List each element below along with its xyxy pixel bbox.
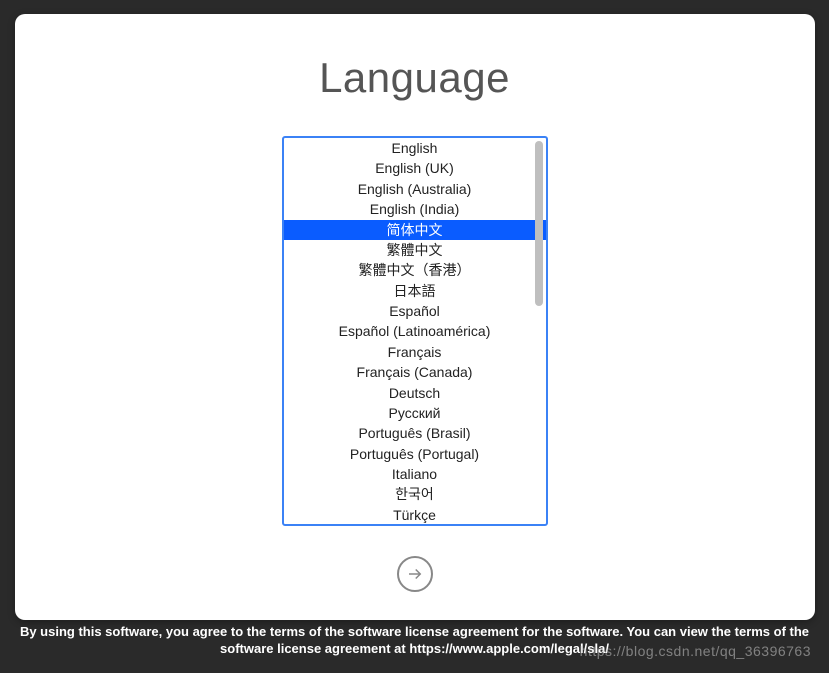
arrow-right-icon [406, 565, 424, 583]
language-option[interactable]: Español [284, 301, 546, 321]
language-option[interactable]: Español (Latinoamérica) [284, 321, 546, 341]
language-option[interactable]: English [284, 138, 546, 158]
page-title: Language [319, 54, 510, 102]
language-option[interactable]: English (UK) [284, 158, 546, 178]
language-option[interactable]: 繁體中文 [284, 240, 546, 260]
language-option[interactable]: Deutsch [284, 383, 546, 403]
language-option[interactable]: 한국어 [284, 484, 546, 504]
watermark-text: https://blog.csdn.net/qq_36396763 [580, 643, 811, 659]
language-option[interactable]: Italiano [284, 464, 546, 484]
language-list-box: EnglishEnglish (UK)English (Australia)En… [282, 136, 548, 526]
language-option[interactable]: Português (Brasil) [284, 423, 546, 443]
language-option[interactable]: 繁體中文（香港） [284, 260, 546, 280]
language-list-scroll[interactable]: EnglishEnglish (UK)English (Australia)En… [284, 138, 546, 524]
language-option[interactable]: English (Australia) [284, 179, 546, 199]
language-option[interactable]: 简体中文 [284, 220, 546, 240]
language-option[interactable]: Türkçe [284, 505, 546, 524]
scrollbar-track[interactable] [535, 141, 543, 521]
continue-button[interactable] [397, 556, 433, 592]
setup-window: Language EnglishEnglish (UK)English (Aus… [15, 14, 815, 620]
language-option[interactable]: Русский [284, 403, 546, 423]
language-option[interactable]: Français (Canada) [284, 362, 546, 382]
language-option[interactable]: English (India) [284, 199, 546, 219]
language-option[interactable]: 日本語 [284, 281, 546, 301]
language-option[interactable]: Français [284, 342, 546, 362]
language-option[interactable]: Português (Portugal) [284, 444, 546, 464]
language-list: EnglishEnglish (UK)English (Australia)En… [284, 138, 546, 524]
scrollbar-thumb[interactable] [535, 141, 543, 306]
